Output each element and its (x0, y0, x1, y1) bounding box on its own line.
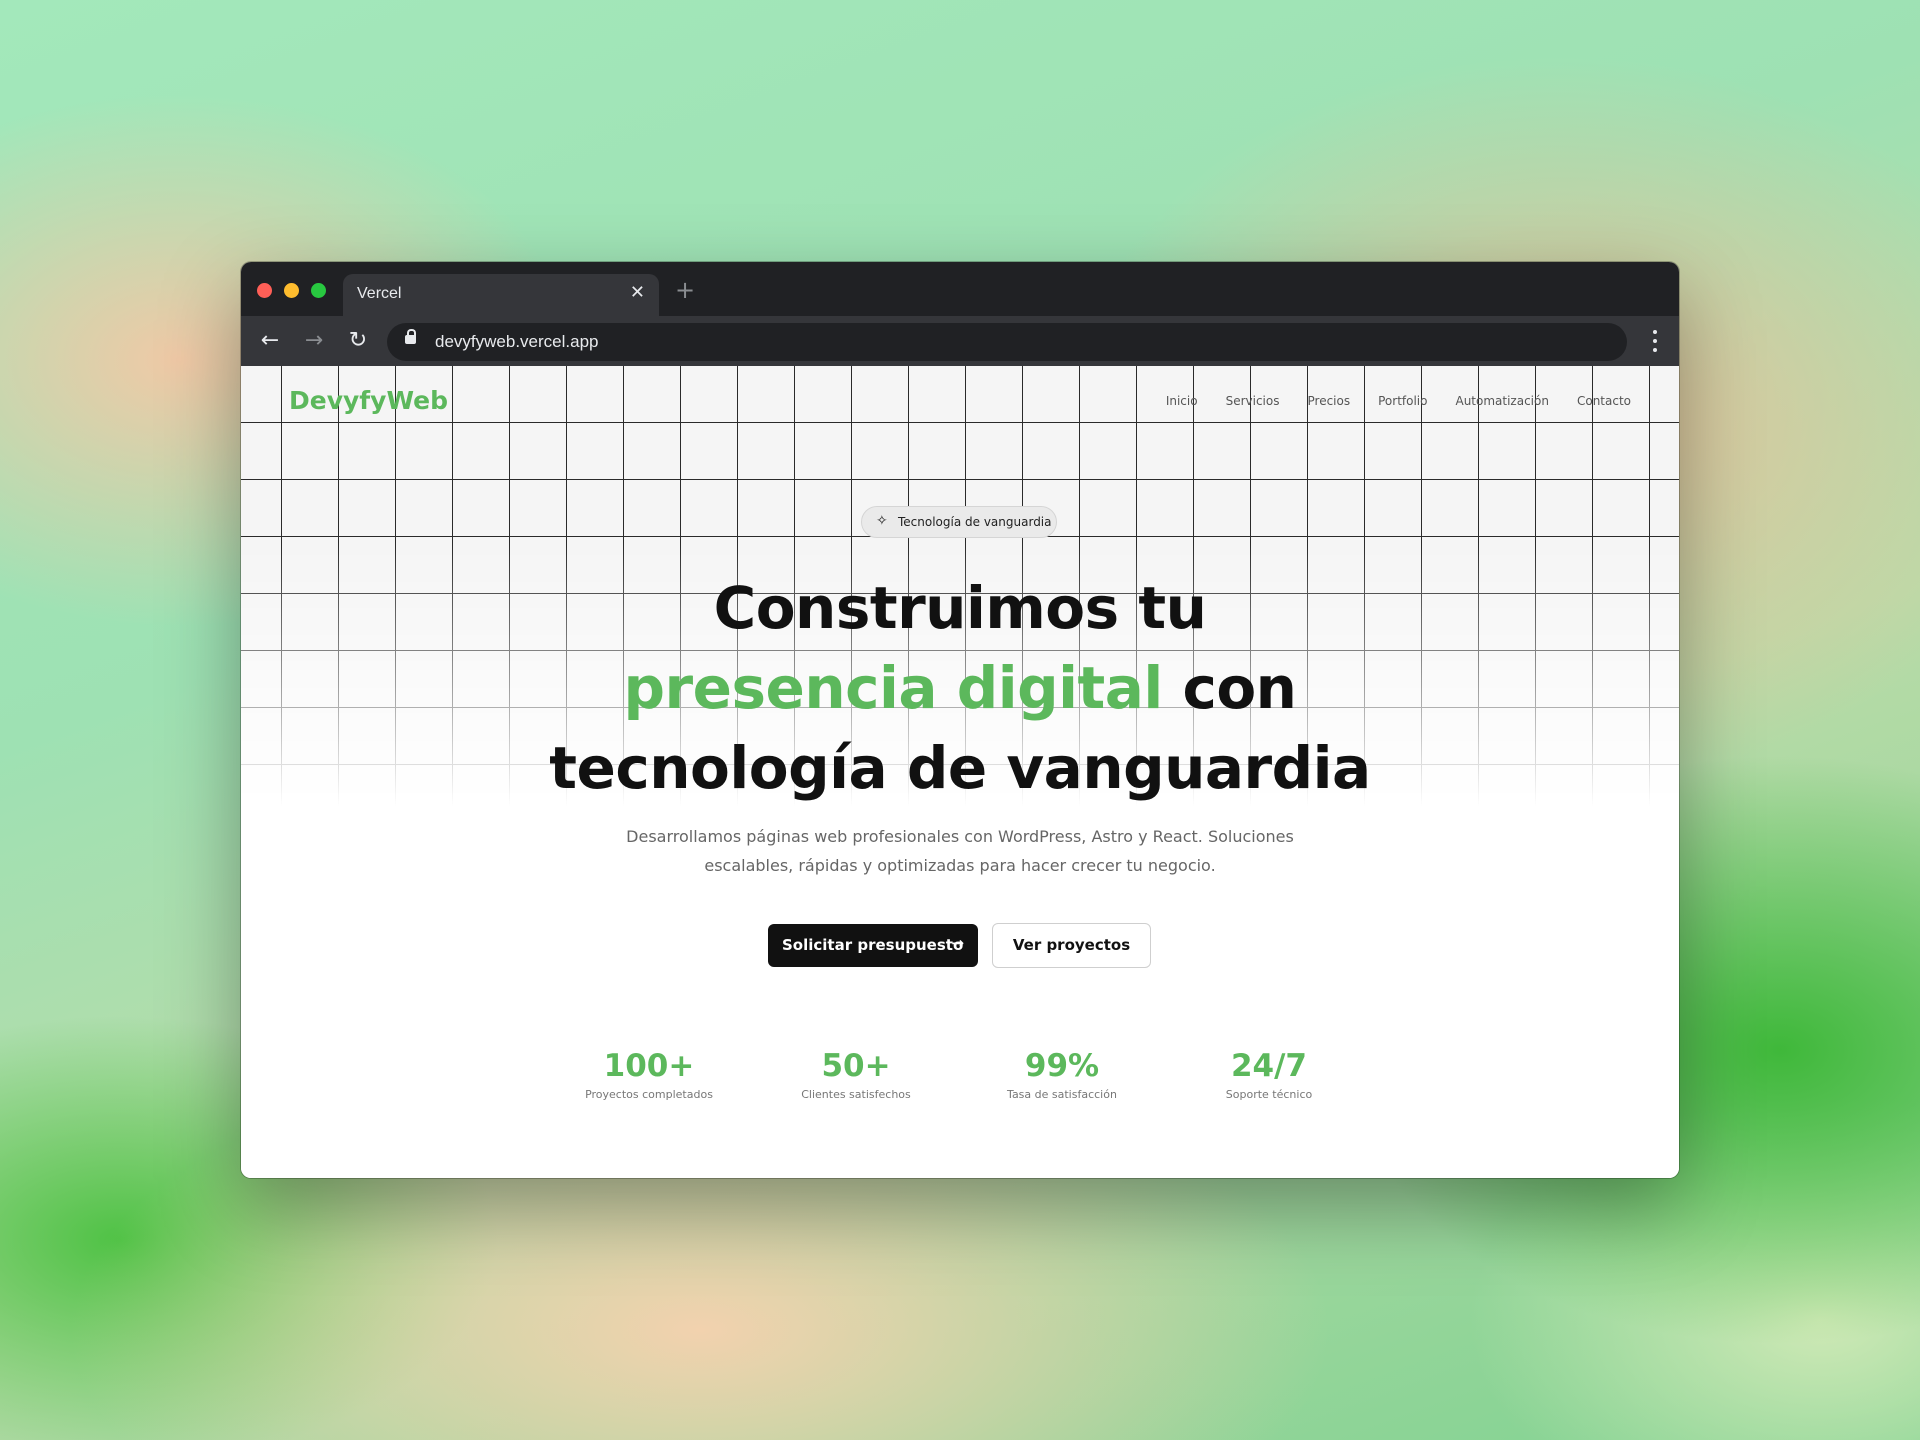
stat-support: 24/7 Soporte técnico (1179, 1046, 1359, 1101)
hero-headline: Construimos tu presencia digital con tec… (241, 568, 1679, 808)
headline-highlight: presencia digital (623, 654, 1164, 722)
stat-value: 50+ (821, 1048, 891, 1084)
nav-link-servicios[interactable]: Servicios (1226, 394, 1280, 408)
browser-window: Vercel ✕ + ← → ↻ devyfyweb.vercel.app De… (241, 262, 1679, 1178)
browser-menu-icon[interactable] (1649, 326, 1661, 356)
nav-link-precios[interactable]: Precios (1308, 394, 1351, 408)
stat-clients: 50+ Clientes satisfechos (766, 1046, 946, 1101)
lock-icon (405, 329, 416, 344)
site-logo[interactable]: DevyfyWeb (289, 386, 448, 415)
minimize-window-button[interactable] (284, 283, 299, 298)
tab-title: Vercel (357, 285, 402, 302)
nav-link-inicio[interactable]: Inicio (1166, 394, 1198, 408)
arrow-right-icon: → (951, 934, 964, 952)
reload-icon[interactable]: ↻ (343, 326, 373, 356)
nav-link-contacto[interactable]: Contacto (1577, 394, 1631, 408)
url-text: devyfyweb.vercel.app (435, 332, 599, 351)
new-tab-button[interactable]: + (675, 278, 695, 302)
stat-satisfaction: 99% Tasa de satisfacción (972, 1046, 1152, 1101)
nav-link-portfolio[interactable]: Portfolio (1378, 394, 1427, 408)
stat-label: Soporte técnico (1225, 1088, 1313, 1101)
forward-icon[interactable]: → (299, 326, 329, 356)
request-quote-button[interactable]: Solicitar presupuesto → (768, 924, 978, 967)
view-projects-button[interactable]: Ver proyectos (992, 923, 1151, 968)
stat-value: 24/7 (1230, 1048, 1308, 1084)
headline-line-2-rest: con (1182, 654, 1297, 722)
stat-projects: 100+ Proyectos completados (559, 1046, 739, 1101)
site-nav: Inicio Servicios Precios Portfolio Autom… (1166, 394, 1631, 408)
window-controls (257, 283, 326, 298)
hero-subtitle: Desarrollamos páginas web profesionales … (626, 827, 1294, 875)
stat-label: Clientes satisfechos (801, 1088, 911, 1101)
headline-line-1: Construimos tu (713, 574, 1207, 642)
back-icon[interactable]: ← (255, 326, 285, 356)
tab-bar: Vercel ✕ + (241, 262, 1679, 316)
browser-toolbar: ← → ↻ devyfyweb.vercel.app (241, 316, 1679, 366)
tab-close-icon[interactable]: ✕ (630, 283, 645, 303)
address-bar[interactable]: devyfyweb.vercel.app (387, 323, 1627, 361)
badge-label: Tecnología de vanguardia (898, 515, 1052, 529)
stat-label: Proyectos completados (585, 1088, 713, 1101)
stat-value: 99% (1024, 1048, 1100, 1084)
request-quote-label: Solicitar presupuesto (782, 936, 964, 954)
close-window-button[interactable] (257, 283, 272, 298)
sparkle-icon: ✧ (876, 513, 888, 529)
headline-line-3: tecnología de vanguardia (549, 734, 1371, 802)
headline-line-2: presencia digital con (241, 648, 1679, 728)
page-content: DevyfyWeb Inicio Servicios Precios Portf… (241, 366, 1679, 1178)
nav-link-automatizacion[interactable]: Automatización (1455, 394, 1548, 408)
stat-label: Tasa de satisfacción (1007, 1088, 1117, 1101)
maximize-window-button[interactable] (311, 283, 326, 298)
browser-tab[interactable]: Vercel ✕ (343, 274, 659, 316)
stat-value: 100+ (603, 1048, 695, 1084)
hero-badge: ✧ Tecnología de vanguardia (861, 506, 1057, 538)
